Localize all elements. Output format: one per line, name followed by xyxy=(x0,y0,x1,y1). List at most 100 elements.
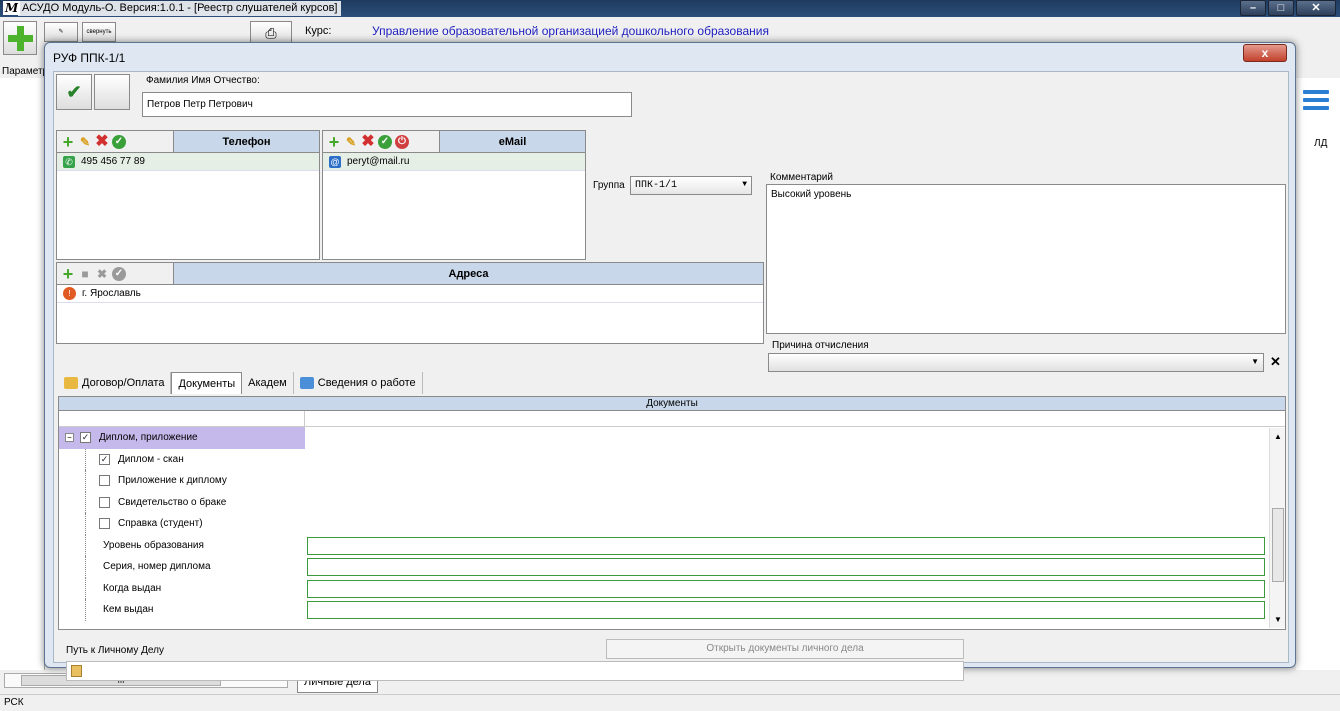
comment-textarea[interactable]: Высокий уровень xyxy=(766,184,1286,334)
doc-field-label: Серия, номер диплома xyxy=(103,561,211,573)
blank-button[interactable] xyxy=(94,74,130,110)
doc-field-label: Уровень образования xyxy=(103,539,204,551)
documents-header: Документы xyxy=(59,397,1285,411)
dialog-close-button[interactable]: x xyxy=(1243,44,1287,62)
window-controls: – □ ✕ xyxy=(1240,0,1336,16)
ld-label: ЛД xyxy=(1314,138,1328,149)
doc-check-row[interactable]: Приложение к диплому xyxy=(59,470,1285,492)
add-email-icon[interactable]: + xyxy=(327,133,341,151)
edit-button[interactable]: ✎ xyxy=(44,22,78,42)
group-select[interactable]: ППК-1/1 ▼ xyxy=(630,176,752,195)
add-phone-icon[interactable]: + xyxy=(61,133,75,151)
registry-tree-panel[interactable] xyxy=(0,78,45,670)
scrollbar-thumb[interactable] xyxy=(1272,508,1284,582)
tab-work-info[interactable]: Сведения о работе xyxy=(294,372,423,394)
doc-check-row[interactable]: ✓ Диплом - скан xyxy=(59,448,1285,470)
address-panel-header: + ■ ✖ ✓ Адреса xyxy=(57,263,763,285)
app-title: АСУДО Модуль-О. Версия:1.0.1 - [Реестр с… xyxy=(18,1,342,16)
tree-line xyxy=(85,534,86,556)
personal-file-path-input[interactable] xyxy=(66,661,964,681)
doc-check-row[interactable]: Справка (студент) xyxy=(59,513,1285,535)
chevron-down-icon: ▼ xyxy=(742,180,747,189)
right-panel: ЛД xyxy=(1296,78,1340,670)
confirm-email-icon[interactable]: ✓ xyxy=(378,134,392,149)
doc-checkbox[interactable] xyxy=(99,475,110,487)
education-level-input[interactable] xyxy=(307,536,1265,555)
tree-line xyxy=(85,556,86,578)
diploma-number-input[interactable] xyxy=(307,558,1265,576)
delete-phone-icon[interactable]: ✖ xyxy=(95,133,109,149)
tab-documents[interactable]: Документы xyxy=(171,372,243,394)
group-label: Группа xyxy=(593,180,625,191)
address-panel-toolbar: + ■ ✖ ✓ xyxy=(57,263,173,284)
tab-label: Сведения о работе xyxy=(317,377,416,389)
delete-address-icon[interactable]: ✖ xyxy=(95,267,109,281)
dialog-body: ✔ Фамилия Имя Отчество: + ✎ ✖ ✓ Телефон … xyxy=(53,71,1289,681)
tree-line xyxy=(85,577,86,599)
confirm-phone-icon[interactable]: ✓ xyxy=(112,134,126,149)
edit-address-icon[interactable]: ■ xyxy=(78,267,92,281)
course-value: Управление образовательной организацией … xyxy=(372,24,769,38)
folder-note-icon[interactable] xyxy=(71,665,82,677)
email-address: peryt@mail.ru xyxy=(347,156,410,167)
user-icon xyxy=(299,377,314,389)
doc-field-row: Когда выдан xyxy=(59,577,1285,599)
fio-input[interactable] xyxy=(142,92,632,117)
doc-root-checkbox[interactable]: ✓ xyxy=(80,432,91,444)
tab-academic[interactable]: Академ xyxy=(242,372,294,394)
doc-check-label: Приложение к диплому xyxy=(118,475,227,487)
collapse-icon[interactable]: − xyxy=(65,433,74,443)
expulsion-reason-select[interactable]: ▼ xyxy=(768,353,1264,372)
pencil-icon: ✎ xyxy=(58,29,64,35)
documents-subheader xyxy=(59,411,1285,427)
close-button[interactable]: ✕ xyxy=(1296,0,1336,16)
add-address-icon[interactable]: + xyxy=(61,265,75,283)
edit-phone-icon[interactable]: ✎ xyxy=(78,135,92,149)
scroll-up-icon[interactable]: ▲ xyxy=(1274,432,1282,441)
phone-panel-header: + ✎ ✖ ✓ Телефон xyxy=(57,131,319,153)
doc-check-label: Свидетельство о браке xyxy=(118,496,227,508)
menu-icon[interactable] xyxy=(1303,90,1329,114)
open-documents-button[interactable]: Открыть документы личного дела xyxy=(606,639,964,659)
email-panel-header: + ✎ ✖ ✓ ⏻ eMail xyxy=(323,131,585,153)
address-panel: + ■ ✖ ✓ Адреса ! г. Ярославль xyxy=(56,262,764,344)
issue-date-input[interactable] xyxy=(307,579,1265,598)
confirm-address-icon[interactable]: ✓ xyxy=(112,266,126,281)
doc-checkbox[interactable] xyxy=(99,518,110,530)
student-card-dialog: РУФ ППК-1/1 x ✔ Фамилия Имя Отчество: + … xyxy=(44,42,1296,681)
phone-panel-toolbar: + ✎ ✖ ✓ xyxy=(57,131,173,152)
email-panel-title: eMail xyxy=(439,131,585,152)
checkmark-icon: ✔ xyxy=(66,82,82,102)
plus-icon-bar xyxy=(8,35,33,42)
doc-check-label: Справка (студент) xyxy=(118,518,203,530)
collapse-button[interactable]: свернуть xyxy=(82,22,116,42)
doc-root-row[interactable]: − ✓ Диплом, приложение xyxy=(59,427,305,449)
edit-email-icon[interactable]: ✎ xyxy=(344,135,358,149)
personal-file-path-label: Путь к Личному Делу xyxy=(66,645,164,656)
doc-checkbox[interactable] xyxy=(99,496,110,508)
maximize-button[interactable]: □ xyxy=(1268,0,1294,16)
save-button[interactable]: ✔ xyxy=(56,74,92,110)
doc-field-row: Уровень образования xyxy=(59,534,1285,556)
doc-check-row[interactable]: Свидетельство о браке xyxy=(59,491,1285,513)
documents-scrollbar[interactable]: ▲ ▼ xyxy=(1269,428,1285,628)
doc-checkbox[interactable]: ✓ xyxy=(99,453,110,465)
printer-icon: ⎙ xyxy=(265,25,277,41)
issued-by-input[interactable] xyxy=(307,601,1265,619)
tab-label: Договор/Оплата xyxy=(82,377,165,389)
scroll-down-icon[interactable]: ▼ xyxy=(1274,615,1282,624)
doc-field-row: Серия, номер диплома xyxy=(59,556,1285,578)
add-button[interactable] xyxy=(3,21,37,55)
address-text: г. Ярославль xyxy=(82,288,141,299)
clear-reason-icon[interactable]: ✕ xyxy=(1270,354,1281,370)
delete-email-icon[interactable]: ✖ xyxy=(361,133,375,149)
group-value: ППК-1/1 xyxy=(635,180,678,191)
stop-icon[interactable]: ⏻ xyxy=(395,134,409,149)
tree-line xyxy=(85,491,86,513)
tab-contract-payment[interactable]: Договор/Оплата xyxy=(58,372,172,394)
phone-row[interactable]: ✆ 495 456 77 89 xyxy=(57,153,319,171)
minimize-button[interactable]: – xyxy=(1240,0,1266,16)
tree-line xyxy=(85,470,86,492)
address-row[interactable]: ! г. Ярославль xyxy=(57,285,763,303)
email-row[interactable]: @ peryt@mail.ru xyxy=(323,153,585,171)
